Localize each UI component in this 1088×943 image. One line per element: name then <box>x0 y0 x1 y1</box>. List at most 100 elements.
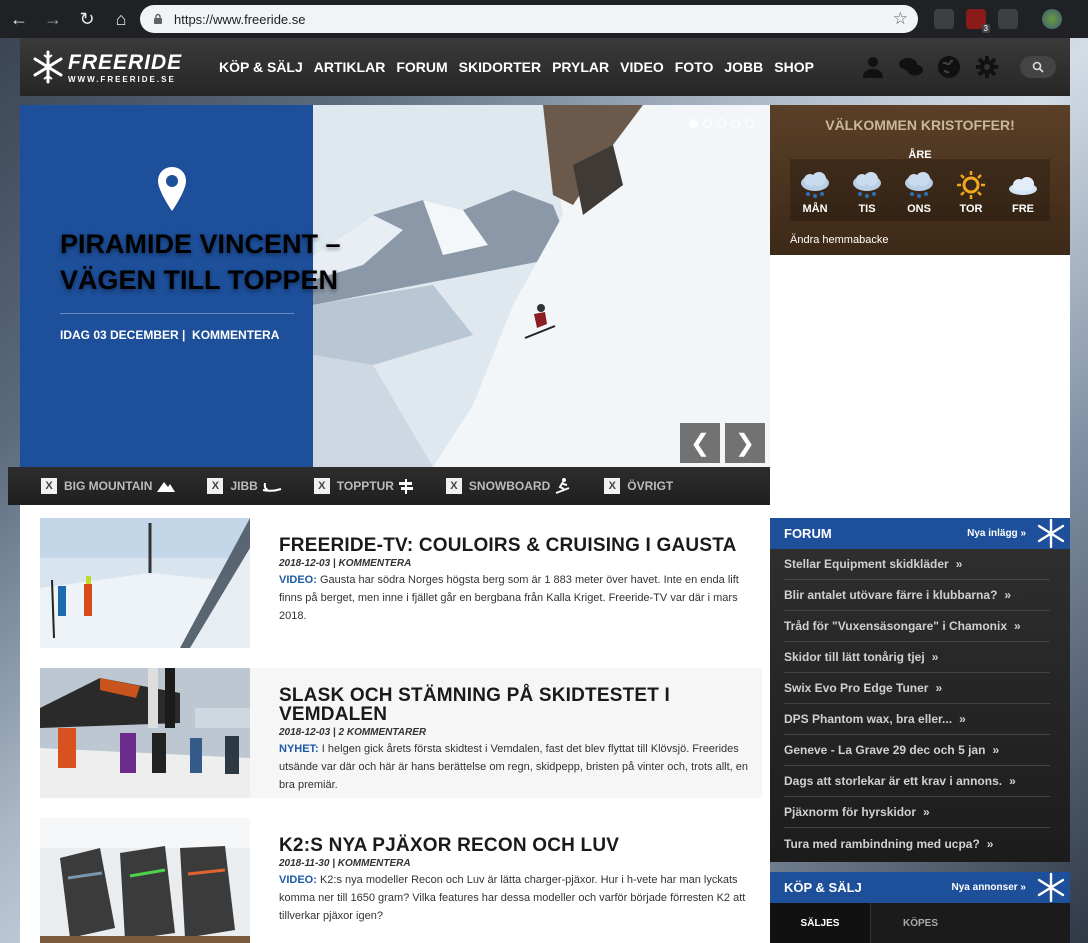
forum-thread[interactable]: Stellar Equipment skidkläder » <box>784 549 1050 580</box>
address-bar[interactable]: https://www.freeride.se ☆ <box>140 5 918 33</box>
article-title[interactable]: K2:S NYA PJÄXOR RECON OCH LUV <box>279 836 749 855</box>
filter-topptur[interactable]: X TOPPTUR <box>313 478 414 494</box>
slider-dots <box>684 119 754 128</box>
article-kind: NYHET: <box>279 743 319 755</box>
change-home-resort-link[interactable]: Ändra hemmabacke <box>790 234 888 246</box>
market-title[interactable]: KÖP & SÄLJ <box>784 880 862 895</box>
nav-foto[interactable]: FOTO <box>675 59 714 75</box>
welcome-greeting: VÄLKOMMEN KRISTOFFER! <box>825 117 1015 133</box>
list-item[interactable]: K2:S NYA PJÄXOR RECON OCH LUV 2018-11-30… <box>40 818 762 943</box>
nav-kop-salj[interactable]: KÖP & SÄLJ <box>219 59 303 75</box>
weather-day-label: ONS <box>907 203 931 215</box>
forum-thread[interactable]: Tura med rambindning med ucpa? » <box>784 828 1050 859</box>
pen-extension-icon[interactable] <box>998 9 1018 29</box>
nav-forum[interactable]: FORUM <box>396 59 447 75</box>
chat-icon[interactable] <box>898 54 924 80</box>
weather-day: FRE <box>1003 171 1043 215</box>
forum-thread[interactable]: Pjäxnorm för hyrskidor » <box>784 797 1050 828</box>
cloud-icon <box>1009 177 1037 195</box>
article-date: 2018-11-30 <box>279 858 330 869</box>
hero-title[interactable]: PIRAMIDE VINCENT – VÄGEN TILL TOPPEN <box>60 226 390 298</box>
article-thumbnail[interactable] <box>40 818 250 943</box>
forum-title[interactable]: FORUM <box>784 526 832 541</box>
slider-next-button[interactable]: ❯ <box>725 423 765 463</box>
search-icon <box>1032 61 1044 73</box>
gear-icon[interactable] <box>974 54 1000 80</box>
mountain-icon <box>157 482 176 492</box>
snowflake-icon <box>1037 518 1065 549</box>
chevron-right-icon: » <box>1014 619 1021 633</box>
chevron-right-icon: » <box>935 681 943 695</box>
forum-thread[interactable]: Tråd för "Vuxensäsongare" i Chamonix » <box>784 611 1050 642</box>
comments-link[interactable]: 2 KOMMENTARER <box>339 727 427 738</box>
slider-prev-button[interactable]: ❮ <box>680 423 720 463</box>
forum-thread[interactable]: Skidor till lätt tonårig tjej » <box>784 642 1050 673</box>
site-header: FREERIDE WWW.FREERIDE.SE KÖP & SÄLJ ARTI… <box>20 38 1070 96</box>
forum-thread[interactable]: Dags att storlekar är ett krav i annons.… <box>784 766 1050 797</box>
forum-thread[interactable]: Blir antalet utövare färre i klubbarna? » <box>784 580 1050 611</box>
filter-jibb[interactable]: X JIBB <box>207 478 282 494</box>
hero-meta: IDAG 03 DECEMBER | KOMMENTERA <box>60 313 294 342</box>
close-icon[interactable]: X <box>445 478 462 494</box>
comments-link[interactable]: KOMMENTERA <box>338 858 411 869</box>
user-icon[interactable] <box>860 54 886 80</box>
article-kind: VIDEO: <box>279 574 317 586</box>
filter-big-mountain[interactable]: X BIG MOUNTAIN <box>41 478 176 494</box>
list-item[interactable]: FREERIDE-TV: COULOIRS & CRUISING I GAUST… <box>40 518 762 648</box>
forward-icon[interactable]: → <box>38 4 68 34</box>
ublock-icon[interactable]: 3 <box>966 9 990 33</box>
article-title[interactable]: SLASK OCH STÄMNING PÅ SKIDTESTET I VEMDA… <box>279 686 749 724</box>
slider-dot[interactable] <box>703 119 712 128</box>
nav-video[interactable]: VIDEO <box>620 59 664 75</box>
tab-kopes[interactable]: KÖPES <box>870 903 970 943</box>
search-button[interactable] <box>1020 56 1056 78</box>
globe-icon[interactable] <box>936 54 962 80</box>
close-icon[interactable]: X <box>207 478 224 494</box>
snowboarder-icon <box>555 478 570 494</box>
nav-jobb[interactable]: JOBB <box>724 59 763 75</box>
bookmark-star-icon[interactable]: ☆ <box>893 9 908 29</box>
nav-prylar[interactable]: PRYLAR <box>552 59 609 75</box>
signpost-icon <box>398 479 413 494</box>
hero-slider[interactable]: PIRAMIDE VINCENT – VÄGEN TILL TOPPEN IDA… <box>20 105 770 467</box>
new-ads-link[interactable]: Nya annonser » <box>952 882 1026 893</box>
slider-dot[interactable] <box>745 119 754 128</box>
nav-skidorter[interactable]: SKIDORTER <box>459 59 541 75</box>
forum-thread[interactable]: Geneve - La Grave 29 dec och 5 jan » <box>784 735 1050 766</box>
article-thumbnail[interactable] <box>40 668 250 798</box>
profile-avatar[interactable] <box>1042 9 1062 29</box>
site-logo[interactable]: FREERIDE WWW.FREERIDE.SE <box>20 38 205 96</box>
forum-thread[interactable]: Swix Evo Pro Edge Tuner » <box>784 673 1050 704</box>
slider-dot[interactable] <box>689 119 698 128</box>
new-posts-link[interactable]: Nya inlägg » <box>967 528 1026 539</box>
chevron-right-icon: » <box>992 743 1000 757</box>
filter-label: JIBB <box>230 479 258 493</box>
slider-dot[interactable] <box>717 119 726 128</box>
category-filter-bar: X BIG MOUNTAIN X JIBB X TOPPTUR X SNOWBO… <box>8 467 770 505</box>
slider-dot[interactable] <box>731 119 740 128</box>
article-thumbnail[interactable] <box>40 518 250 648</box>
article-excerpt: VIDEO: Gausta har södra Norges högsta be… <box>279 571 749 625</box>
home-icon[interactable]: ⌂ <box>106 4 136 34</box>
main-navigation: KÖP & SÄLJ ARTIKLAR FORUM SKIDORTER PRYL… <box>219 59 825 75</box>
forum-thread[interactable]: DPS Phantom wax, bra eller... » <box>784 704 1050 735</box>
list-item[interactable]: SLASK OCH STÄMNING PÅ SKIDTESTET I VEMDA… <box>40 668 762 798</box>
extension-icon[interactable] <box>934 9 954 29</box>
nav-artiklar[interactable]: ARTIKLAR <box>314 59 386 75</box>
tab-saljes[interactable]: SÄLJES <box>770 903 870 943</box>
reload-icon[interactable]: ↻ <box>72 4 102 34</box>
article-title[interactable]: FREERIDE-TV: COULOIRS & CRUISING I GAUST… <box>279 536 749 555</box>
filter-label: SNOWBOARD <box>468 479 551 493</box>
thread-title: Tråd för "Vuxensäsongare" i Chamonix <box>784 619 1007 633</box>
filter-ovrigt[interactable]: X ÖVRIGT <box>604 478 673 494</box>
comments-link[interactable]: KOMMENTERA <box>339 558 412 569</box>
nav-shop[interactable]: SHOP <box>774 59 814 75</box>
hero-comment-link[interactable]: KOMMENTERA <box>192 328 279 342</box>
close-icon[interactable]: X <box>41 478 57 494</box>
close-icon[interactable]: X <box>604 478 621 494</box>
article-body: SLASK OCH STÄMNING PÅ SKIDTESTET I VEMDA… <box>279 686 749 794</box>
back-icon[interactable]: ← <box>4 4 34 34</box>
logo-url: WWW.FREERIDE.SE <box>68 74 176 84</box>
close-icon[interactable]: X <box>313 478 330 494</box>
filter-snowboard[interactable]: X SNOWBOARD <box>445 477 572 495</box>
